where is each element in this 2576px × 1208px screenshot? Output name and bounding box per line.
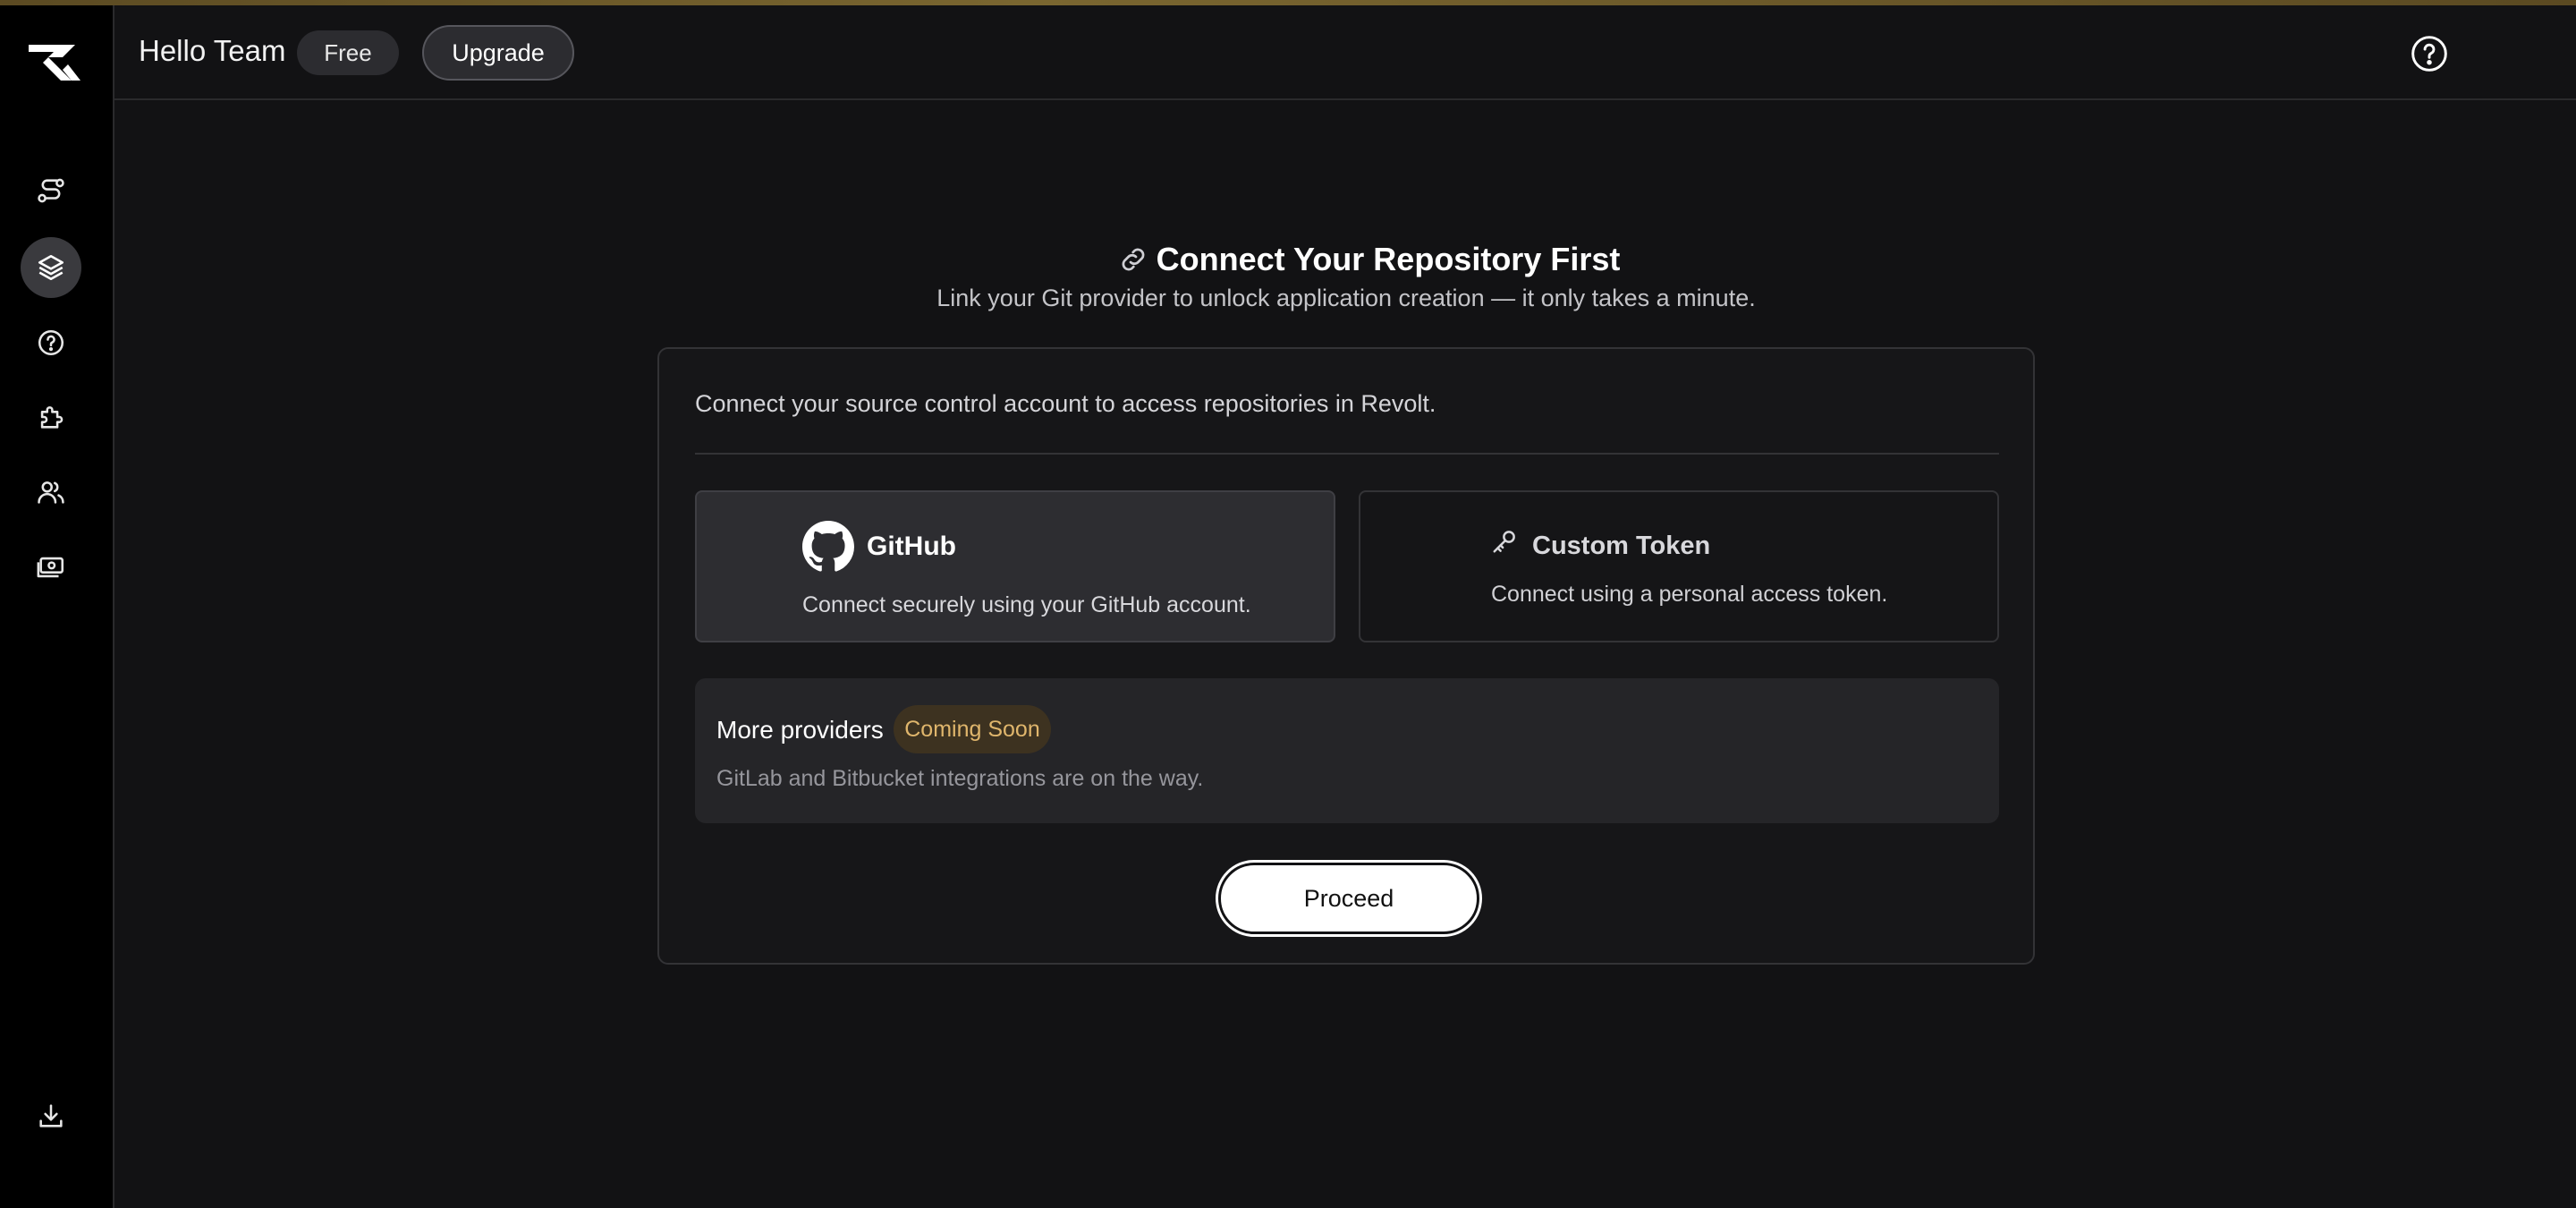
key-icon — [1493, 531, 1515, 553]
page-subtitle: Link your Git provider to unlock applica… — [936, 285, 1756, 311]
sidebar-item-billing[interactable] — [21, 537, 81, 598]
page-title-row: Connect Your Repository First — [1100, 240, 1637, 279]
more-providers-box: More providers Coming Soon GitLab and Bi… — [695, 678, 1999, 823]
upgrade-button[interactable]: Upgrade — [422, 25, 574, 81]
connect-card: Connect your source control account to a… — [657, 347, 2035, 965]
download-button[interactable] — [21, 1085, 81, 1146]
plan-badge: Free — [297, 30, 399, 75]
app-window: Hello Team Free Upgrade RT Connect Your … — [0, 0, 2576, 1208]
github-icon — [802, 521, 854, 572]
coming-soon-badge: Coming Soon — [894, 705, 1051, 753]
top-header: Hello Team Free Upgrade RT — [114, 5, 2576, 100]
github-provider-name: GitHub — [867, 532, 956, 561]
sidebar — [0, 0, 114, 1208]
greeting-text: Hello Team — [139, 34, 286, 67]
custom-token-provider-description: Connect using a personal access token. — [1491, 582, 1888, 607]
sidebar-item-help[interactable] — [21, 312, 81, 373]
billing-icon — [37, 557, 64, 578]
users-icon — [38, 481, 64, 504]
proceed-button[interactable]: Proceed — [1218, 863, 1479, 934]
download-icon — [39, 1104, 63, 1127]
sidebar-item-routes[interactable] — [21, 160, 81, 221]
help-button[interactable] — [2408, 32, 2451, 75]
puzzle-icon — [40, 406, 64, 429]
github-provider-description: Connect securely using your GitHub accou… — [802, 592, 1251, 617]
more-providers-description: GitLab and Bitbucket integrations are on… — [716, 766, 1204, 791]
route-icon — [38, 178, 64, 203]
more-providers-label: More providers — [716, 716, 884, 744]
link-icon — [1122, 248, 1145, 271]
sidebar-item-integrations[interactable] — [21, 387, 81, 447]
custom-token-provider-name: Custom Token — [1532, 532, 1711, 560]
custom-token-provider-option[interactable]: Custom Token Connect using a personal ac… — [1359, 490, 1999, 642]
help-icon — [2411, 36, 2447, 72]
divider — [695, 453, 1999, 455]
github-provider-option[interactable]: GitHub Connect securely using your GitHu… — [695, 490, 1335, 642]
help-circle-icon — [38, 329, 64, 356]
card-intro-text: Connect your source control account to a… — [695, 390, 1436, 417]
page-title: Connect Your Repository First — [1156, 241, 1621, 277]
revolt-logo[interactable] — [27, 41, 86, 84]
top-accent-line — [0, 0, 2576, 5]
sidebar-item-team[interactable] — [21, 462, 81, 523]
sidebar-item-applications[interactable] — [21, 237, 81, 298]
layers-icon — [38, 254, 64, 281]
